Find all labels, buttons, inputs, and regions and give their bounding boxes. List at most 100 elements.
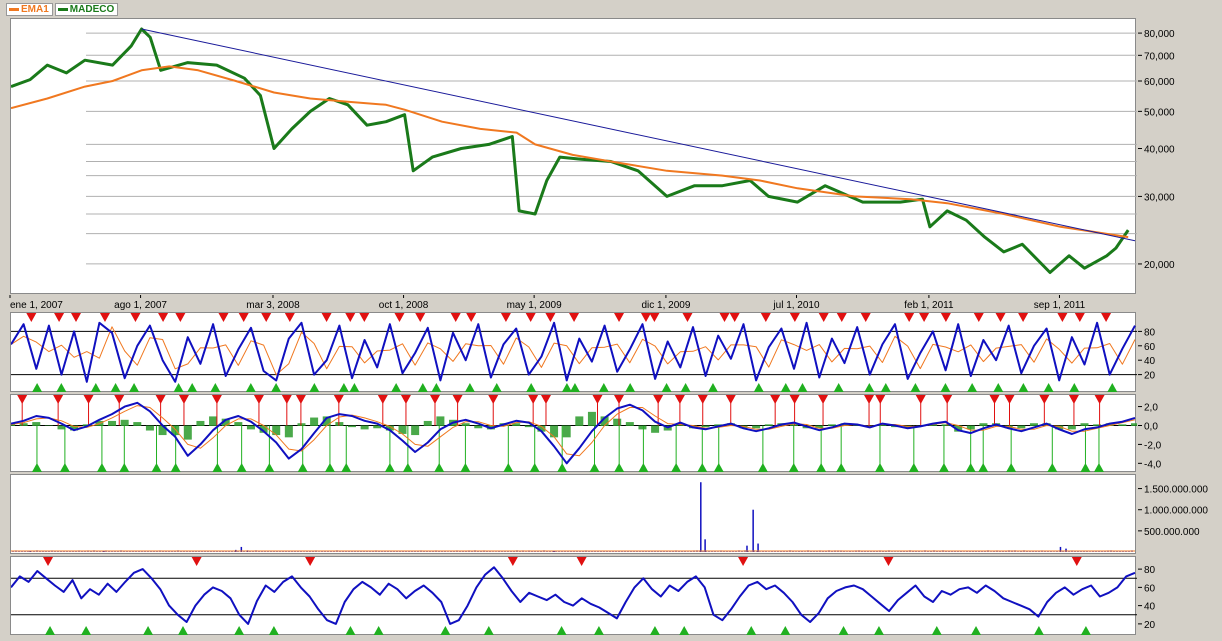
buy-signal-marker xyxy=(707,383,718,392)
price-chart xyxy=(10,27,1137,274)
sell-signal-marker xyxy=(592,395,603,404)
sell-signal-marker xyxy=(860,313,871,322)
sell-signal-marker xyxy=(729,313,740,322)
buy-signal-marker xyxy=(45,626,56,635)
buy-signal-marker xyxy=(245,383,256,392)
buy-signal-marker xyxy=(187,383,198,392)
sell-signal-marker xyxy=(452,395,463,404)
buy-signal-marker xyxy=(173,383,184,392)
buy-signal-marker xyxy=(780,626,791,635)
sell-signal-marker xyxy=(760,313,771,322)
buy-signal-marker xyxy=(417,383,428,392)
macd-histogram-bar xyxy=(183,425,192,440)
buy-signal-marker xyxy=(661,383,672,392)
sell-signal-marker xyxy=(1004,395,1015,404)
rsi-line xyxy=(10,566,1136,625)
buy-signal-marker xyxy=(170,463,181,472)
buy-signal-marker xyxy=(1093,463,1104,472)
rsi-panel[interactable] xyxy=(10,556,1137,635)
buy-signal-marker xyxy=(143,626,154,635)
sell-signal-marker xyxy=(836,313,847,322)
macd-histogram-bar xyxy=(764,424,773,426)
buy-signal-marker xyxy=(680,383,691,392)
buy-signal-marker xyxy=(402,463,413,472)
macd-histogram-bar xyxy=(44,425,53,426)
chart-application: EMA1 MADECO ene 1, 2007 ago 1, 2007 mar 3,… xyxy=(0,0,1222,635)
buy-signal-marker xyxy=(671,463,682,472)
sell-signal-marker xyxy=(995,313,1006,322)
sell-signal-marker xyxy=(450,313,461,322)
macd-histogram-bar xyxy=(651,425,660,433)
buy-signal-marker xyxy=(264,463,275,472)
sell-signal-marker xyxy=(83,395,94,404)
legend-madeco[interactable]: MADECO xyxy=(54,3,119,16)
rsi-y-tick-label: 20 xyxy=(1144,620,1156,631)
buy-signal-marker xyxy=(297,463,308,472)
buy-signal-marker xyxy=(625,383,636,392)
buy-signal-marker xyxy=(96,463,107,472)
buy-signal-marker xyxy=(483,626,494,635)
buy-signal-marker xyxy=(59,463,70,472)
sell-signal-marker xyxy=(1068,395,1079,404)
sell-signal-marker xyxy=(54,313,65,322)
buy-signal-marker xyxy=(391,383,402,392)
buy-signal-marker xyxy=(971,626,982,635)
macd-histogram-bar xyxy=(1118,424,1127,426)
sell-signal-marker xyxy=(614,313,625,322)
buy-signal-marker xyxy=(129,383,140,392)
buy-signal-marker xyxy=(373,626,384,635)
macd-histogram-bar xyxy=(19,423,28,426)
sell-signal-marker xyxy=(545,313,556,322)
legend-ema1[interactable]: EMA1 xyxy=(6,3,53,16)
sell-signal-marker xyxy=(525,313,536,322)
sell-signal-marker xyxy=(178,395,189,404)
sell-signal-marker xyxy=(770,395,781,404)
sell-signal-marker xyxy=(915,395,926,404)
sell-signal-marker xyxy=(377,395,388,404)
stochastic-panel[interactable] xyxy=(10,312,1137,392)
buy-signal-marker xyxy=(938,463,949,472)
sell-signal-marker xyxy=(507,557,518,566)
madeco-price-line xyxy=(10,27,1130,274)
sell-signal-marker xyxy=(919,313,930,322)
sell-signal-marker xyxy=(114,395,125,404)
stochastic-y-tick-label: 80 xyxy=(1144,327,1156,338)
sell-signal-marker xyxy=(738,557,749,566)
volume-panel[interactable] xyxy=(10,474,1136,554)
stochastic-y-tick-label: 20 xyxy=(1144,371,1156,382)
buy-signal-marker xyxy=(753,383,764,392)
buy-signal-marker xyxy=(910,383,921,392)
volume-y-tick-label: 1.500.000.000 xyxy=(1144,485,1208,496)
macd-histogram-bar xyxy=(246,425,255,430)
buy-signal-marker xyxy=(338,383,349,392)
buy-signal-marker xyxy=(110,383,121,392)
price-chart-panel[interactable] xyxy=(10,18,1137,294)
stochastic-chart xyxy=(10,313,1137,392)
buy-signal-marker xyxy=(236,463,247,472)
legend-madeco-label: MADECO xyxy=(69,4,115,15)
buy-signal-marker xyxy=(679,626,690,635)
buy-signal-marker xyxy=(557,463,568,472)
buy-signal-marker xyxy=(816,463,827,472)
price-y-tick-label: 80,000 xyxy=(1144,29,1175,40)
buy-signal-marker xyxy=(440,626,451,635)
sell-signal-marker xyxy=(1057,313,1068,322)
buy-signal-marker xyxy=(491,383,502,392)
buy-signal-marker xyxy=(561,383,572,392)
macd-line xyxy=(10,401,1136,465)
buy-signal-marker xyxy=(309,383,320,392)
legend: EMA1 MADECO xyxy=(6,3,119,16)
buy-signal-marker xyxy=(151,463,162,472)
macd-panel[interactable] xyxy=(7,394,1139,472)
macd-histogram-bar xyxy=(423,420,432,426)
sell-signal-marker xyxy=(253,395,264,404)
sell-signal-marker xyxy=(1074,313,1085,322)
stochastic-y-tick-label: 40 xyxy=(1144,356,1156,367)
buy-signal-marker xyxy=(1080,463,1091,472)
macd-y-tick-label: 0,0 xyxy=(1144,421,1158,432)
buy-signal-marker xyxy=(434,463,445,472)
sell-signal-marker xyxy=(653,395,664,404)
sell-signal-marker xyxy=(973,313,984,322)
sell-signal-marker xyxy=(697,395,708,404)
buy-signal-marker xyxy=(993,383,1004,392)
